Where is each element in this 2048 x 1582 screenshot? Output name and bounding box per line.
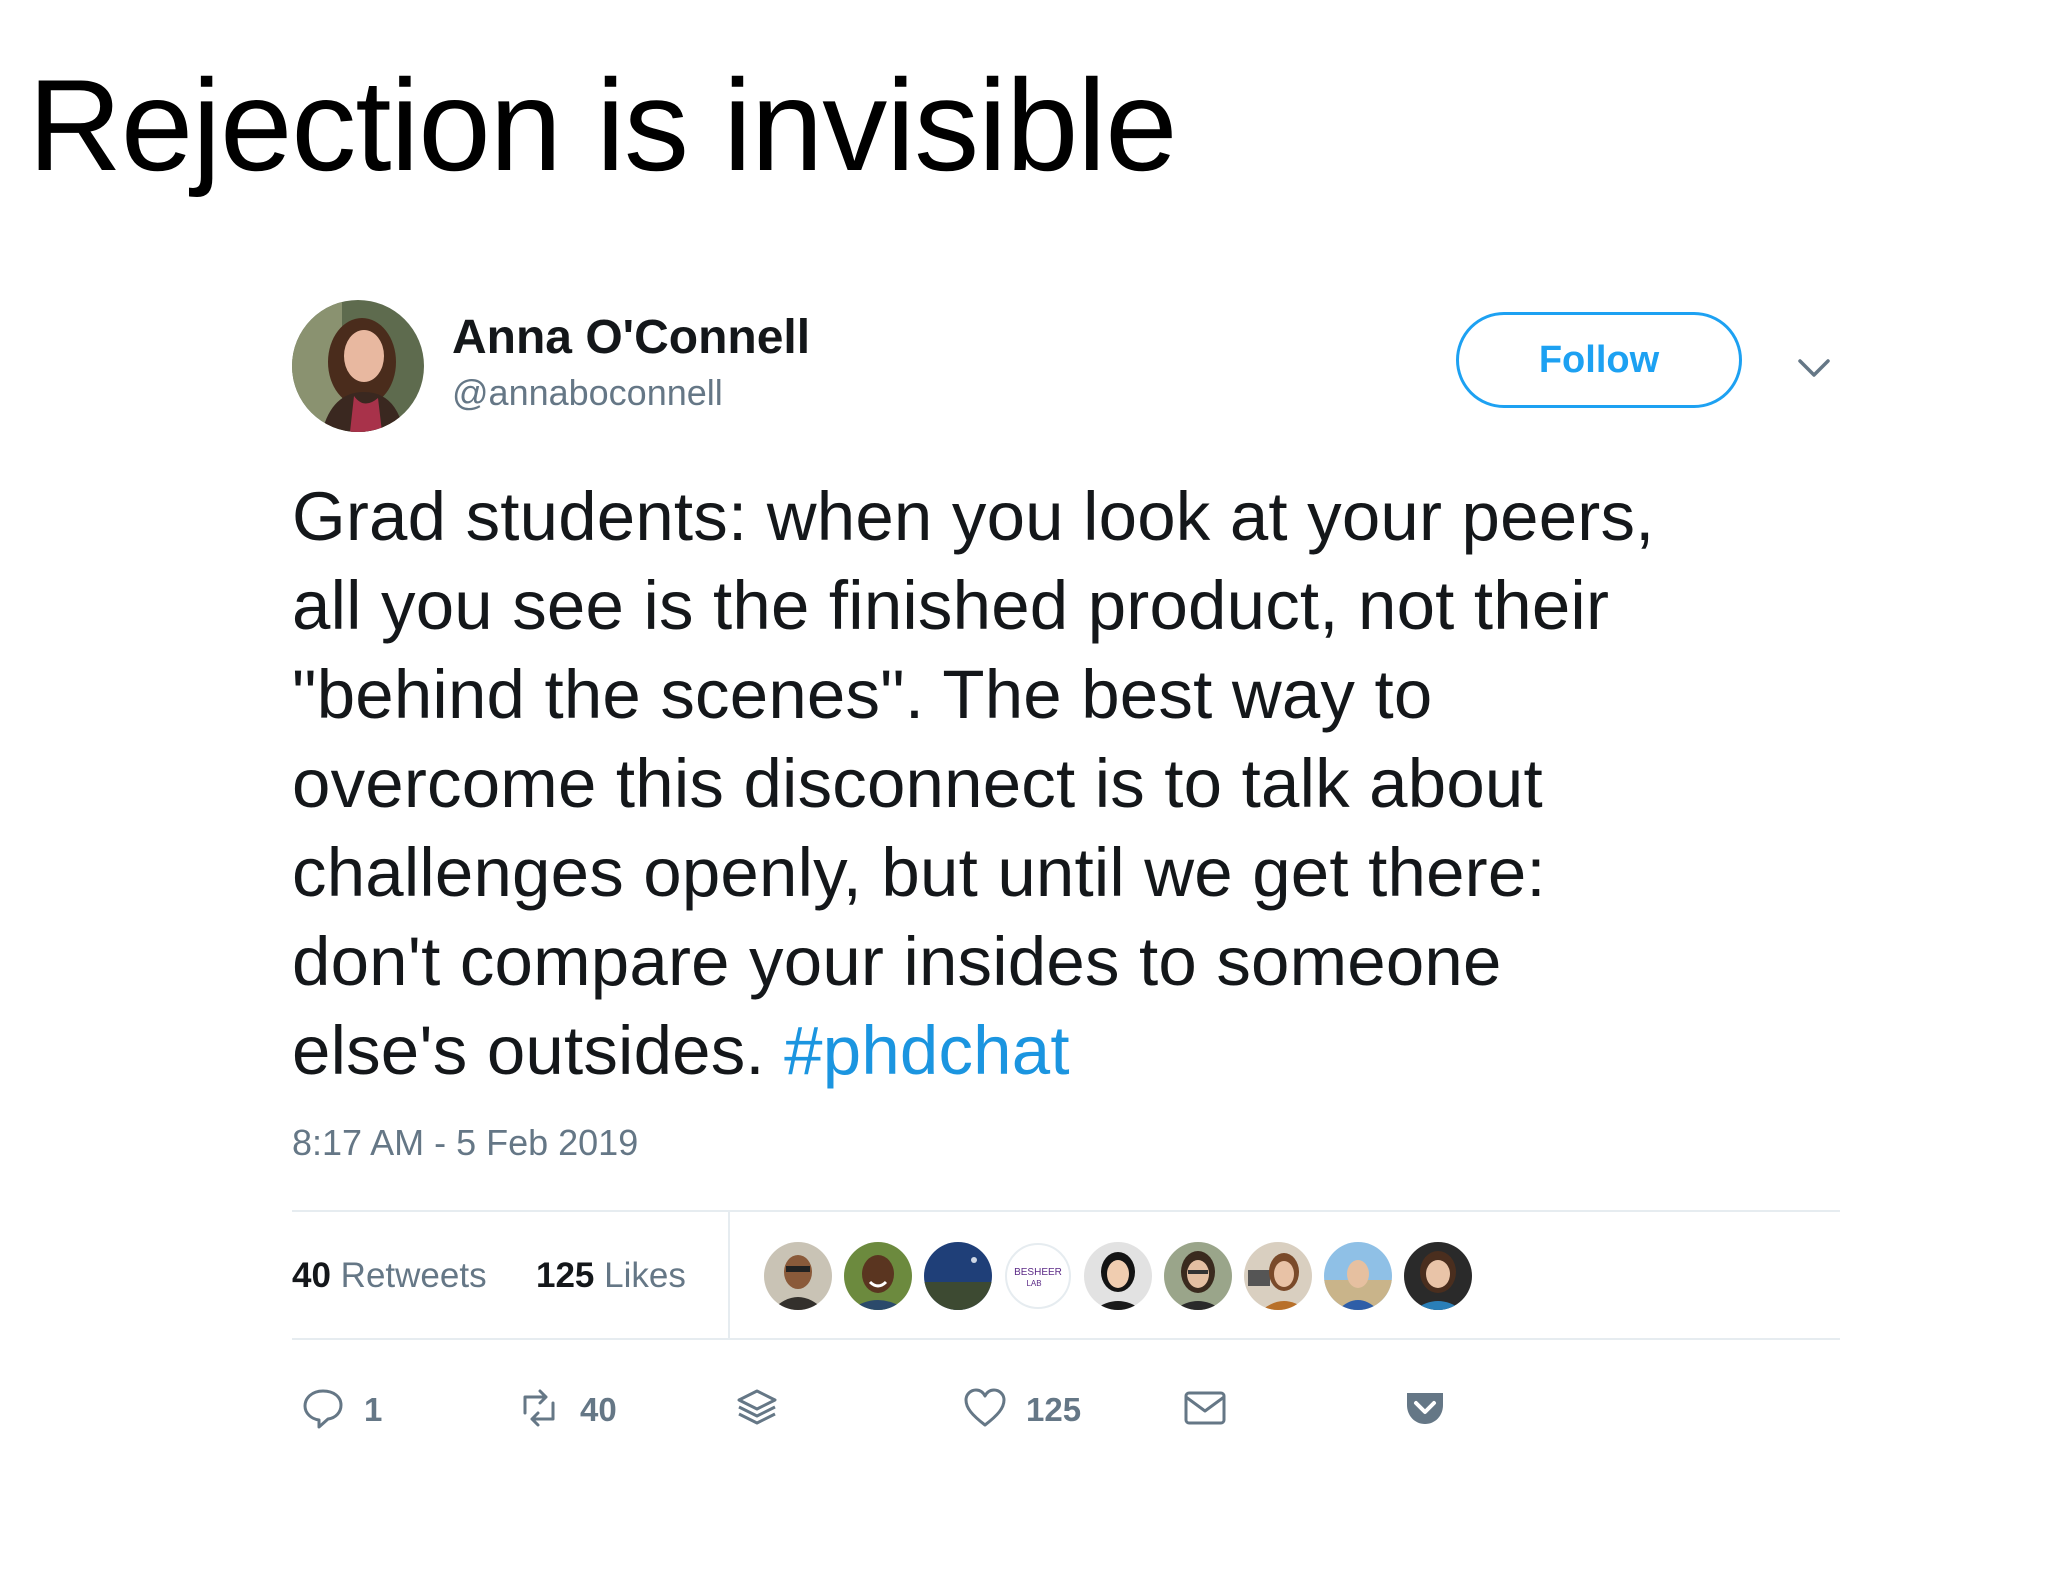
slide-title: Rejection is invisible [28,52,1178,198]
hashtag-link[interactable]: #phdchat [784,1012,1070,1089]
tweet-card: Anna O'Connell @annaboconnell Follow Gra… [292,300,1840,1465]
author-name[interactable]: Anna O'Connell [452,310,810,365]
liker-avatar[interactable] [922,1240,994,1312]
likes-count: 125 [536,1256,595,1295]
liker-avatar[interactable] [1162,1240,1234,1312]
envelope-icon[interactable] [1182,1385,1228,1436]
tweet-text-line: "behind the scenes". The best way to [292,656,1433,733]
tweet-text-line: Grad students: when you look at your pee… [292,478,1655,555]
heart-icon[interactable] [962,1385,1008,1436]
like-action[interactable]: 125 [962,1380,1081,1440]
chevron-down-icon[interactable] [1794,348,1834,388]
pocket-action[interactable] [1402,1380,1448,1440]
tweet-text-line-content: else's outsides. [292,1012,785,1089]
layers-icon[interactable] [734,1385,780,1436]
tweet-timestamp[interactable]: 8:17 AM - 5 Feb 2019 [292,1122,638,1164]
retweet-icon[interactable] [516,1385,562,1436]
direct-message-action[interactable] [1182,1380,1228,1440]
retweets-count: 40 [292,1256,331,1295]
tweet-text-line: all you see is the finished product, not… [292,567,1610,644]
retweets-label: Retweets [340,1256,487,1295]
like-count: 125 [1026,1391,1082,1428]
tweet-text-line: challenges openly, but until we get ther… [292,834,1546,911]
liker-avatar[interactable] [1242,1240,1314,1312]
reply-action[interactable]: 1 [300,1380,382,1440]
retweets-stat[interactable]: 40 Retweets [292,1256,487,1296]
retweet-count: 40 [580,1391,617,1428]
liker-avatar[interactable] [1322,1240,1394,1312]
liker-avatar[interactable] [1082,1240,1154,1312]
tweet-text: Grad students: when you look at your pee… [292,472,1852,1095]
liker-avatar[interactable] [1402,1240,1474,1312]
retweet-action[interactable]: 40 [516,1380,617,1440]
author-avatar[interactable] [292,300,424,432]
divider [292,1338,1840,1340]
reply-icon[interactable] [300,1385,346,1436]
tweet-actions: 1 40 125 [292,1380,1840,1440]
tweet-text-line: overcome this disconnect is to talk abou… [292,745,1543,822]
stats-separator [728,1212,730,1338]
tweet-stats: 40 Retweets 125 Likes BESHEER LAB [292,1212,1840,1338]
likes-label: Likes [604,1256,686,1295]
liker-avatar[interactable] [842,1240,914,1312]
tweet-text-line: don't compare your insides to someone [292,923,1502,1000]
reply-count: 1 [364,1391,383,1428]
besheer-lab-logo-text: BESHEER [1014,1267,1062,1278]
tweet-text-line-last: else's outsides. #phdchat [292,1006,1852,1095]
liker-avatar-besheer-lab[interactable]: BESHEER LAB [1002,1240,1074,1312]
likes-stat[interactable]: 125 Likes [536,1256,686,1296]
pocket-icon[interactable] [1402,1385,1448,1436]
stack-action[interactable] [734,1380,780,1440]
author-handle[interactable]: @annaboconnell [452,372,723,414]
svg-text:LAB: LAB [1026,1279,1041,1288]
follow-button[interactable]: Follow [1456,312,1742,408]
liker-avatar[interactable] [762,1240,834,1312]
